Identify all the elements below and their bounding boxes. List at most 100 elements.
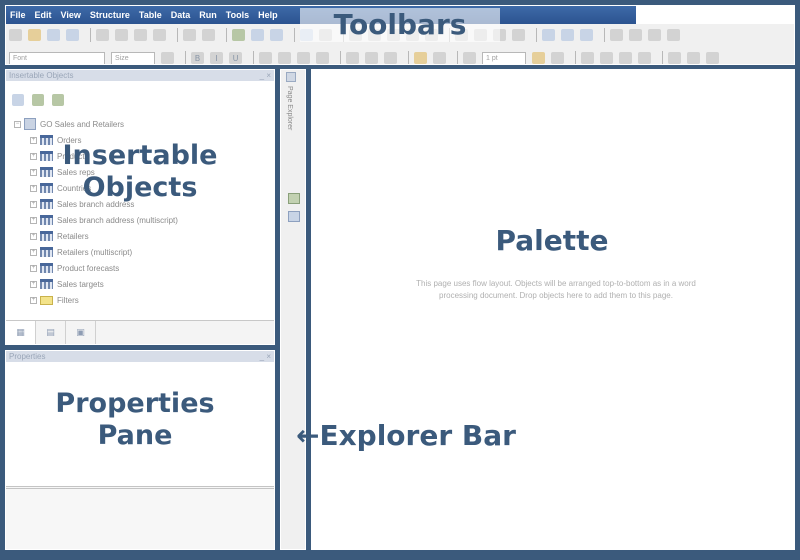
- menu-view[interactable]: View: [61, 10, 81, 20]
- crosstab-icon[interactable]: [512, 29, 525, 41]
- menu-tools[interactable]: Tools: [226, 10, 249, 20]
- delete-icon[interactable]: [153, 29, 166, 41]
- valign-top-icon[interactable]: [346, 52, 359, 64]
- collapse-icon[interactable]: −: [14, 120, 21, 128]
- font-color-icon[interactable]: [433, 52, 446, 64]
- align-right-icon[interactable]: [297, 52, 310, 64]
- tools-icon[interactable]: [668, 52, 681, 64]
- save-as-icon[interactable]: [66, 29, 79, 41]
- options-icon[interactable]: [667, 29, 680, 41]
- split-icon[interactable]: [648, 29, 661, 41]
- style-toolbar: Font Size B I U 1 pt: [6, 48, 794, 64]
- merge-icon[interactable]: [629, 29, 642, 41]
- justify-icon[interactable]: [316, 52, 329, 64]
- expand-icon[interactable]: +: [30, 296, 37, 304]
- class-icon[interactable]: [638, 52, 651, 64]
- menu-data[interactable]: Data: [171, 10, 191, 20]
- query-subject-icon: [40, 247, 53, 257]
- font-size-select[interactable]: Size: [111, 51, 155, 64]
- data-items-tab-icon: ▤: [46, 327, 55, 338]
- refresh-package-icon[interactable]: [32, 94, 44, 106]
- tab-data-items[interactable]: ▤: [36, 321, 66, 344]
- toolbar-separator: [294, 28, 295, 42]
- padding-icon[interactable]: [581, 52, 594, 64]
- copy-icon[interactable]: [115, 29, 128, 41]
- align-left-icon[interactable]: [259, 52, 272, 64]
- tree-item[interactable]: + Sales branch address (multiscript): [14, 212, 270, 228]
- palette-annotation: Palette: [495, 224, 609, 257]
- expand-icon[interactable]: +: [30, 152, 37, 160]
- new-icon[interactable]: [9, 29, 22, 41]
- pane-controls-icon[interactable]: _ ×: [260, 70, 271, 81]
- layout-icon[interactable]: [580, 29, 593, 41]
- border-color-icon[interactable]: [532, 52, 545, 64]
- insert-icon[interactable]: [52, 94, 64, 106]
- tree-item[interactable]: + Retailers (multiscript): [14, 244, 270, 260]
- page-explorer-tab[interactable]: Page Explorer: [286, 72, 300, 172]
- menu-file[interactable]: File: [10, 10, 26, 20]
- menu-run[interactable]: Run: [199, 10, 217, 20]
- save-icon[interactable]: [47, 29, 60, 41]
- work-area-palette[interactable]: This page uses flow layout. Objects will…: [311, 69, 795, 550]
- xml-icon[interactable]: [251, 29, 264, 41]
- tab-source[interactable]: ▦: [6, 321, 36, 344]
- open-icon[interactable]: [28, 29, 41, 41]
- style-icon[interactable]: [619, 52, 632, 64]
- query-explorer-icon[interactable]: [288, 193, 300, 204]
- fill-color-icon[interactable]: [414, 52, 427, 64]
- tree-item[interactable]: + Product forecasts: [14, 260, 270, 276]
- valign-middle-icon[interactable]: [365, 52, 378, 64]
- tree-item[interactable]: + Sales targets: [14, 276, 270, 292]
- source-tab-icon: ▦: [16, 327, 25, 338]
- wand-icon[interactable]: [687, 52, 700, 64]
- insertable-objects-title-bar: Insertable Objects _ ×: [6, 70, 274, 81]
- expand-icon[interactable]: +: [30, 168, 37, 176]
- border-width-select[interactable]: 1 pt: [482, 51, 526, 64]
- view-members-icon[interactable]: [12, 94, 24, 106]
- expand-icon[interactable]: +: [30, 264, 37, 272]
- cut-icon[interactable]: [96, 29, 109, 41]
- help-icon[interactable]: [706, 52, 719, 64]
- package-label: GO Sales and Retailers: [40, 119, 125, 129]
- border-icon[interactable]: [551, 52, 564, 64]
- font-icon[interactable]: [161, 52, 174, 64]
- paste-icon[interactable]: [134, 29, 147, 41]
- chart-icon[interactable]: [542, 29, 555, 41]
- pane-controls-icon[interactable]: _ ×: [260, 351, 271, 362]
- font-select[interactable]: Font: [9, 51, 105, 64]
- drill-icon[interactable]: [561, 29, 574, 41]
- menu-table[interactable]: Table: [139, 10, 162, 20]
- tab-toolbox[interactable]: ▣: [66, 321, 96, 344]
- line-style-icon[interactable]: [463, 52, 476, 64]
- redo-icon[interactable]: [202, 29, 215, 41]
- menu-bar-empty: [636, 6, 794, 24]
- expand-icon[interactable]: +: [30, 280, 37, 288]
- tree-item[interactable]: + Filters: [14, 292, 270, 308]
- expand-icon[interactable]: +: [30, 184, 37, 192]
- expand-icon[interactable]: +: [30, 200, 37, 208]
- expand-icon[interactable]: +: [30, 232, 37, 240]
- expand-icon[interactable]: +: [30, 216, 37, 224]
- valign-bottom-icon[interactable]: [384, 52, 397, 64]
- condition-explorer-icon[interactable]: [288, 211, 300, 222]
- expand-icon[interactable]: +: [30, 136, 37, 144]
- menu-edit[interactable]: Edit: [35, 10, 52, 20]
- table-icon[interactable]: [610, 29, 623, 41]
- annotation-line: Pane: [97, 420, 173, 452]
- underline-icon[interactable]: U: [229, 52, 242, 64]
- insertable-objects-annotation: Insertable Objects: [40, 140, 240, 205]
- tree-item[interactable]: + Retailers: [14, 228, 270, 244]
- margin-icon[interactable]: [600, 52, 613, 64]
- italic-icon[interactable]: I: [210, 52, 223, 64]
- tree-package-row[interactable]: − GO Sales and Retailers: [14, 116, 270, 132]
- bold-icon[interactable]: B: [191, 52, 204, 64]
- run-report-icon[interactable]: [270, 29, 283, 41]
- expand-icon[interactable]: +: [30, 248, 37, 256]
- align-center-icon[interactable]: [278, 52, 291, 64]
- menu-help[interactable]: Help: [258, 10, 278, 20]
- undo-icon[interactable]: [183, 29, 196, 41]
- toolbar-separator: [177, 28, 178, 42]
- validate-icon[interactable]: [232, 29, 245, 41]
- menu-structure[interactable]: Structure: [90, 10, 130, 20]
- toolbar-separator: [662, 51, 663, 64]
